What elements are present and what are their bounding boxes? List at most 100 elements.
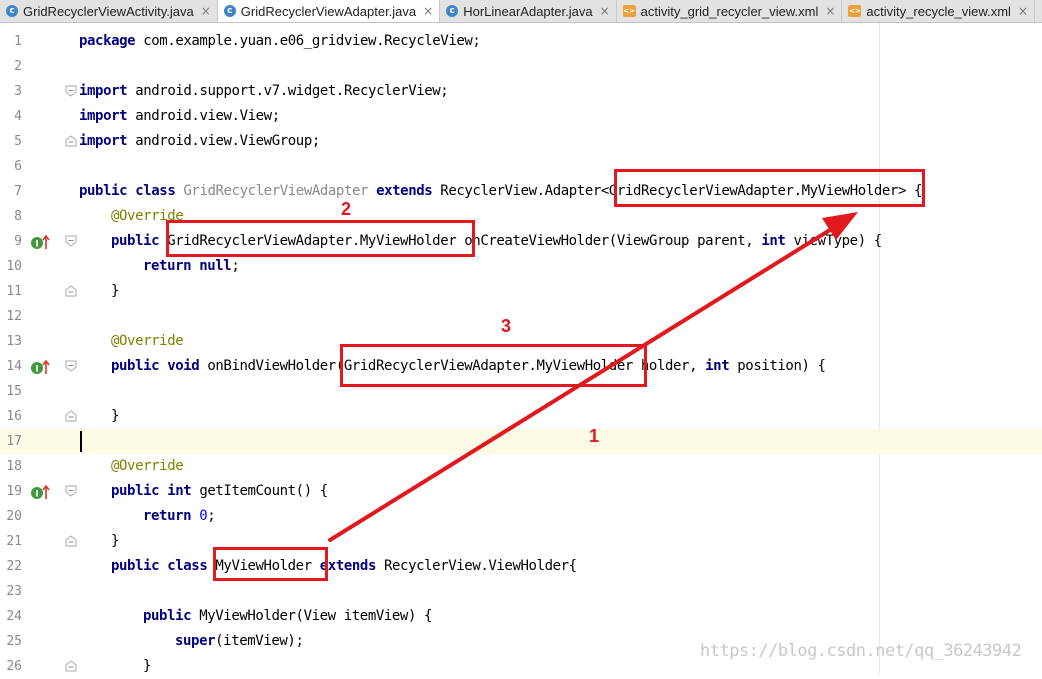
- highlight-box-adapter-generic: [614, 169, 925, 207]
- tab-label: GridRecyclerViewActivity.java: [23, 3, 194, 19]
- fold-close-icon[interactable]: [65, 285, 77, 297]
- code-text: android.view.View;: [127, 108, 280, 124]
- line-number: 14: [6, 359, 22, 374]
- implements-method-icon[interactable]: I: [30, 234, 50, 250]
- highlight-box-myviewholder: [213, 547, 328, 581]
- editor-tab-bar: c GridRecyclerViewActivity.java × c Grid…: [0, 0, 1042, 23]
- line-number: 22: [6, 559, 22, 574]
- tab-grid-recycler-view-adapter[interactable]: c GridRecyclerViewAdapter.java ×: [217, 0, 441, 22]
- code-line[interactable]: 4 import android.view.View;: [0, 104, 1042, 129]
- tab-activity-grid-recycler-view-xml[interactable]: <> activity_grid_recycler_view.xml ×: [617, 0, 843, 22]
- keyword: public class: [79, 183, 176, 199]
- tab-activity-recycle-view-xml[interactable]: <> activity_recycle_view.xml ×: [842, 0, 1035, 22]
- code-line[interactable]: 22 public class MyViewHolder extends Rec…: [0, 554, 1042, 579]
- java-class-icon: c: [446, 5, 459, 17]
- code-line[interactable]: 19 I public int getItemCount() {: [0, 479, 1042, 504]
- code-text: position) {: [729, 358, 826, 374]
- svg-text:I: I: [35, 240, 38, 250]
- keyword: import: [79, 108, 128, 124]
- code-line[interactable]: 20 return 0;: [0, 504, 1042, 529]
- svg-text:I: I: [35, 365, 38, 375]
- close-icon[interactable]: ×: [1018, 4, 1028, 18]
- close-icon[interactable]: ×: [201, 4, 211, 18]
- code-text: ;: [207, 508, 216, 524]
- code-line[interactable]: 8 @Override: [0, 204, 1042, 229]
- implements-method-icon[interactable]: I: [30, 484, 50, 500]
- line-number: 17: [6, 434, 22, 449]
- keyword: import: [79, 133, 128, 149]
- code-text: com.example.yuan.e06_gridview.RecycleVie…: [135, 33, 481, 49]
- line-number: 2: [14, 59, 22, 74]
- code-line[interactable]: 21 }: [0, 529, 1042, 554]
- java-class-icon: c: [6, 5, 18, 17]
- fold-close-icon[interactable]: [65, 660, 77, 672]
- xml-file-icon: <>: [848, 5, 862, 17]
- code-line[interactable]: 23: [0, 579, 1042, 604]
- annotation: @Override: [111, 333, 184, 349]
- code-line[interactable]: 11 }: [0, 279, 1042, 304]
- keyword: return: [143, 508, 192, 524]
- line-number: 26: [6, 659, 22, 674]
- code-line[interactable]: 16 }: [0, 404, 1042, 429]
- code-line[interactable]: 10 return null;: [0, 254, 1042, 279]
- code-line[interactable]: 5 import android.view.ViewGroup;: [0, 129, 1042, 154]
- annotation-label-3: 3: [501, 316, 512, 336]
- line-number: 23: [6, 584, 22, 599]
- fold-open-icon[interactable]: [65, 360, 77, 372]
- text-caret: [80, 431, 82, 452]
- line-number: 19: [6, 484, 22, 499]
- current-code-line[interactable]: 17: [0, 429, 1042, 454]
- line-number: 6: [14, 159, 22, 174]
- fold-close-icon[interactable]: [65, 535, 77, 547]
- fold-close-icon[interactable]: [65, 410, 77, 422]
- fold-close-icon[interactable]: [65, 135, 77, 147]
- code-text: (itemView);: [215, 633, 304, 649]
- code-line[interactable]: 9 I public GridRecyclerViewAdapter.MyVie…: [0, 229, 1042, 254]
- tab-grid-recycler-view-activity[interactable]: c GridRecyclerViewActivity.java ×: [0, 0, 218, 22]
- highlight-box-bind-param-type: [340, 344, 647, 387]
- close-icon[interactable]: ×: [600, 4, 610, 18]
- fold-open-icon[interactable]: [65, 85, 77, 97]
- code-line[interactable]: 1 package com.example.yuan.e06_gridview.…: [0, 29, 1042, 54]
- code-line[interactable]: 24 public MyViewHolder(View itemView) {: [0, 604, 1042, 629]
- line-number: 11: [6, 284, 22, 299]
- code-text: viewType) {: [785, 233, 882, 249]
- tab-label: activity_recycle_view.xml: [866, 3, 1011, 19]
- close-icon[interactable]: ×: [423, 4, 433, 18]
- line-number: 13: [6, 334, 22, 349]
- code-text: getItemCount() {: [191, 483, 328, 499]
- keyword: public: [143, 608, 192, 624]
- keyword: package: [79, 33, 136, 49]
- keyword: import: [79, 83, 128, 99]
- implements-method-icon[interactable]: I: [30, 359, 50, 375]
- keyword: super: [175, 633, 216, 649]
- fold-open-icon[interactable]: [65, 485, 77, 497]
- tab-hor-linear-adapter[interactable]: c HorLinearAdapter.java ×: [440, 0, 617, 22]
- line-number: 15: [6, 384, 22, 399]
- keyword: public void: [111, 358, 200, 374]
- number-literal: 0: [191, 508, 208, 524]
- line-number: 16: [6, 409, 22, 424]
- code-text: android.support.v7.widget.RecyclerView;: [127, 83, 449, 99]
- line-number: 20: [6, 509, 22, 524]
- close-icon[interactable]: ×: [825, 4, 835, 18]
- code-line[interactable]: 2: [0, 54, 1042, 79]
- java-class-icon: c: [223, 5, 236, 17]
- code-line[interactable]: 18 @Override: [0, 454, 1042, 479]
- code-line[interactable]: 12: [0, 304, 1042, 329]
- annotation-label-1: 1: [589, 426, 600, 446]
- code-line[interactable]: 3 import android.support.v7.widget.Recyc…: [0, 79, 1042, 104]
- keyword: extends: [319, 558, 377, 574]
- keyword: int: [705, 358, 730, 374]
- line-number: 1: [14, 34, 22, 49]
- code-text: ;: [231, 258, 240, 274]
- line-number: 3: [14, 84, 22, 99]
- fold-open-icon[interactable]: [65, 235, 77, 247]
- code-text: }: [143, 658, 152, 674]
- code-text: }: [111, 533, 120, 549]
- class-name-unused: GridRecyclerViewAdapter: [175, 183, 377, 199]
- line-number: 12: [6, 309, 22, 324]
- code-text: RecyclerView.ViewHolder{: [375, 558, 577, 574]
- code-text: }: [111, 408, 120, 424]
- code-text: }: [111, 283, 120, 299]
